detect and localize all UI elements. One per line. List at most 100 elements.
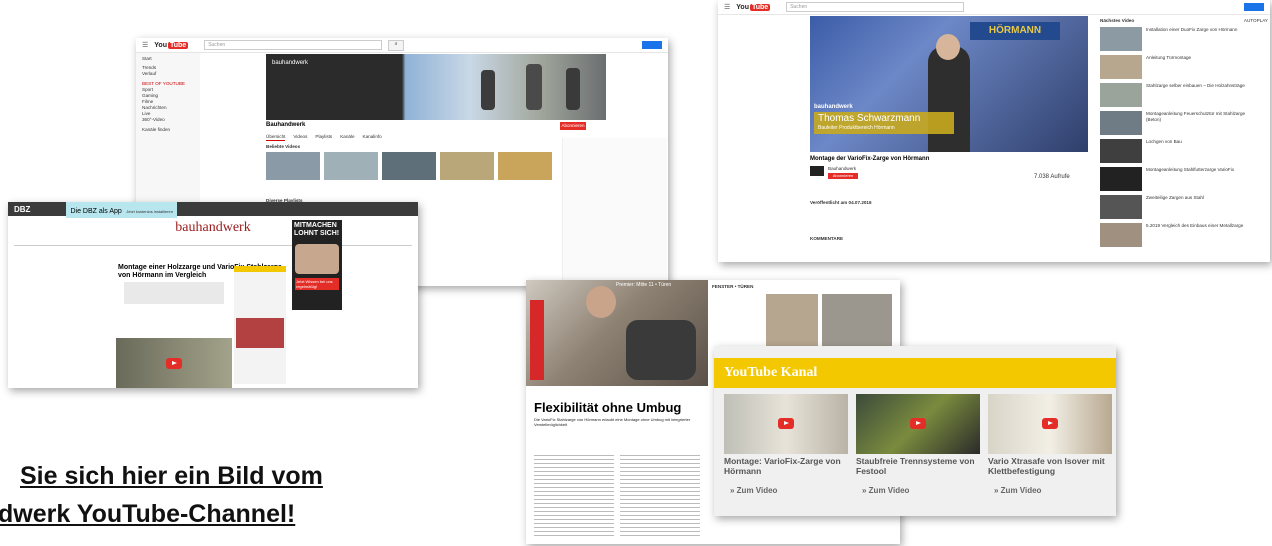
related-video[interactable]: Stahlzarge selber einbauen – Die Holzahn…	[1100, 83, 1268, 107]
caption-line-1: Sie sich hier ein Bild vom	[20, 462, 323, 490]
side-ad-photo	[295, 244, 339, 274]
side-ad-button[interactable]: Jetzt Wissen bei uns regelmäßig!	[295, 278, 339, 290]
zum-video-link[interactable]: » Zum Video	[730, 486, 777, 495]
banner-brand: bauhandwerk	[272, 60, 309, 66]
worker-figure	[566, 68, 580, 110]
signin-button[interactable]	[1244, 3, 1264, 11]
youtube-topbar: ☰ You Tube Suchen ⌕	[136, 38, 668, 53]
tab-playlists[interactable]: Playlists	[315, 134, 332, 141]
channel-title: Bauhandwerk	[266, 122, 306, 128]
play-icon[interactable]	[166, 358, 182, 369]
play-icon[interactable]	[1042, 418, 1058, 429]
related-video[interactable]: Installation einer DuoFix Zarge von Hörm…	[1100, 27, 1268, 51]
video-thumbnail[interactable]	[440, 152, 494, 180]
article-image-gallery[interactable]	[124, 282, 224, 304]
channel-name[interactable]: Bauhandwerk	[828, 166, 856, 172]
subscribe-button[interactable]: Abonnieren	[828, 173, 858, 179]
logo-you-text: You	[154, 41, 167, 49]
app-ad-line2: Jetzt kostenlos installieren	[126, 209, 173, 214]
sidebar-item-start[interactable]: Start	[136, 53, 200, 65]
magazine-lead: Die VarioFix Stahlzarge von Hörmann erla…	[534, 417, 691, 427]
youtube-kanal-panel: YouTube Kanal Montage: VarioFix-Zarge vo…	[714, 346, 1116, 516]
app-ad-line1: Die DBZ als App	[70, 208, 122, 215]
article-video[interactable]	[116, 338, 232, 388]
logo-tube-text: Tube	[167, 41, 189, 49]
youtube-logo[interactable]: You Tube	[154, 41, 189, 49]
tab-videos[interactable]: Videos	[293, 134, 307, 141]
video-thumbnail[interactable]	[856, 394, 980, 454]
autoplay-toggle[interactable]: AUTOPLAY	[1244, 18, 1268, 24]
related-title: Anleitung Türmontage	[1146, 55, 1192, 60]
related-thumbnail	[1100, 111, 1142, 135]
video-thumbnail[interactable]	[988, 394, 1112, 454]
video-player[interactable]: HÖRMANN bauhandwerk Thomas Schwarzmann B…	[810, 16, 1088, 152]
search-icon[interactable]: ⌕	[388, 39, 405, 51]
panel-title: YouTube Kanal	[714, 358, 1116, 388]
video-thumbnail[interactable]	[382, 152, 436, 180]
magazine-header: Premier: Mitte 11 • Türen	[616, 282, 672, 288]
video-thumbnail[interactable]	[266, 152, 320, 180]
caption-line-2: dwerk YouTube-Channel!	[0, 500, 296, 528]
column-image[interactable]	[236, 318, 284, 348]
related-video[interactable]: Anleitung Türmontage	[1100, 55, 1268, 79]
sidebar-section-heading: BEST OF YOUTUBE	[142, 81, 185, 86]
related-channels-panel	[562, 138, 667, 286]
app-ad[interactable]: Die DBZ als App Jetzt kostenlos installi…	[66, 202, 177, 218]
video-title[interactable]: Montage: VarioFix-Zarge von Hörmann	[724, 456, 852, 476]
zum-video-link[interactable]: » Zum Video	[862, 486, 909, 495]
video-thumbnail[interactable]	[324, 152, 378, 180]
subscribe-button[interactable]: Abonnieren	[560, 122, 586, 130]
related-thumbnail	[1100, 167, 1142, 191]
search-input[interactable]: Suchen	[786, 2, 965, 12]
presenter-figure	[928, 46, 970, 152]
related-video[interactable]: Lochgen von Bau	[1100, 139, 1268, 163]
dbz-logo: DBZ	[14, 204, 31, 214]
youtube-logo[interactable]: You Tube	[736, 3, 771, 11]
side-ad[interactable]: MITMACHEN LOHNT SICH! Jetzt Wissen bei u…	[292, 220, 342, 310]
video-thumbnail[interactable]	[724, 394, 848, 454]
section-popular-heading: Beliebte Videos	[266, 144, 301, 149]
worker-shirt	[626, 320, 696, 380]
related-title: Lochgen von Bau	[1146, 139, 1182, 144]
comments-heading: KOMMENTARE	[810, 236, 844, 241]
lower-third-brand: bauhandwerk	[814, 104, 853, 110]
related-video[interactable]: 5.2019 Vergleich des Einbaus einer Metal…	[1100, 223, 1268, 247]
presenter-head	[936, 34, 960, 60]
related-title: 5.2019 Vergleich des Einbaus einer Metal…	[1146, 223, 1244, 228]
related-video[interactable]: Montageanleitung Stahlfutterzarge VarioF…	[1100, 167, 1268, 191]
tab-about[interactable]: Kanalinfo	[363, 134, 382, 141]
magazine-section-label: FENSTER • TÜREN	[712, 284, 754, 289]
video-title[interactable]: Staubfreie Trennsysteme von Festool	[856, 456, 984, 476]
related-video[interactable]: Zweiteilige Zargen aus Stahl	[1100, 195, 1268, 219]
channel-tabs: Übersicht Videos Playlists Kanäle Kanali…	[266, 134, 382, 141]
site-brand[interactable]: bauhandwerk	[8, 220, 418, 236]
menu-icon[interactable]: ☰	[724, 3, 730, 11]
side-ad-headline: MITMACHEN LOHNT SICH!	[294, 222, 340, 237]
zum-video-link[interactable]: » Zum Video	[994, 486, 1041, 495]
video-title[interactable]: Vario Xtrasafe von Isover mit Klettbefes…	[988, 456, 1114, 476]
magazine-photo-small	[822, 294, 892, 350]
publish-date: Veröffentlicht am 04.07.2016	[810, 200, 872, 205]
youtube-watch-screenshot: ☰ You Tube Suchen HÖRMANN bauhandwerk Tho…	[718, 0, 1270, 262]
lower-third-subtitle: Bauleiter Produktbereich Hörmann	[818, 125, 895, 131]
signin-button[interactable]	[642, 41, 662, 49]
tab-channels[interactable]: Kanäle	[340, 134, 354, 141]
menu-icon[interactable]: ☰	[142, 41, 148, 49]
play-icon[interactable]	[910, 418, 926, 429]
logo-tube-text: Tube	[749, 3, 771, 11]
video-thumbnail[interactable]	[498, 152, 552, 180]
worker-figure	[526, 64, 542, 110]
related-thumbnail	[1100, 27, 1142, 51]
search-input[interactable]: Suchen	[204, 40, 383, 50]
channel-avatar[interactable]	[810, 166, 824, 176]
play-icon[interactable]	[778, 418, 794, 429]
related-video[interactable]: Montageanleitung Feuerschutztür mit Stah…	[1100, 111, 1268, 135]
tab-overview[interactable]: Übersicht	[266, 134, 286, 141]
related-thumbnail	[1100, 195, 1142, 219]
logo-you-text: You	[736, 3, 749, 11]
sidebar-item-find-channels[interactable]: Kanäle finden	[136, 123, 200, 133]
related-title: Montageanleitung Stahlfutterzarge VarioF…	[1146, 167, 1235, 172]
magazine-text-column	[534, 452, 614, 538]
youtube-topbar: ☰ You Tube Suchen	[718, 0, 1270, 15]
level-tool	[530, 300, 544, 380]
